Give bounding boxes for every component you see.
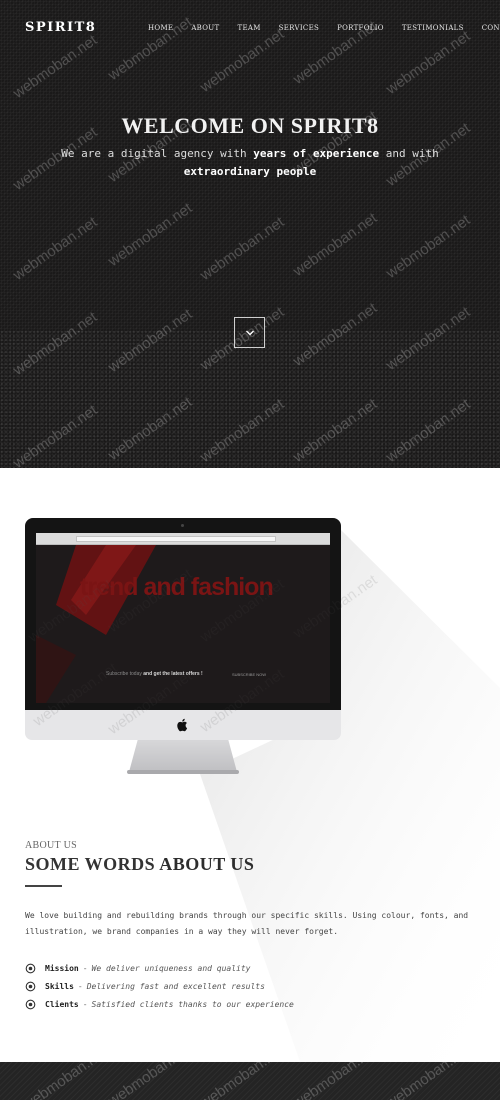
nav-contact[interactable]: CONTACT xyxy=(482,24,500,32)
nav-about[interactable]: ABOUT xyxy=(191,24,219,32)
subscribe-button: SUBSCRIBE NOW xyxy=(232,672,267,677)
imac-mockup: trend and fashion Subscribe today and ge… xyxy=(25,518,341,774)
about-paragraph: We love building and rebuilding brands t… xyxy=(25,911,469,936)
browser-bar xyxy=(36,533,330,545)
feature-list: Mission - We deliver uniqueness and qual… xyxy=(25,959,475,1013)
browser-address-bar xyxy=(76,536,276,542)
imac-stand-foot xyxy=(127,770,239,774)
camera-dot xyxy=(181,524,184,527)
feature-label: Clients xyxy=(45,999,79,1009)
circle-dot-icon xyxy=(25,963,36,973)
about-title-bold: ABOUT US xyxy=(159,854,255,874)
imac-screen: trend and fashion Subscribe today and ge… xyxy=(36,533,330,703)
hero-subtitle-emphasis: years of experience xyxy=(253,147,380,160)
feature-label: Mission xyxy=(45,963,79,973)
nav-services[interactable]: SERVICES xyxy=(279,24,319,32)
feature-item-mission: Mission - We deliver uniqueness and qual… xyxy=(25,959,475,977)
nav-testimonials[interactable]: TESTIMONIALS xyxy=(402,24,464,32)
about-title: SOME WORDS ABOUT US xyxy=(25,854,254,875)
about-kicker: ABOUT US xyxy=(25,840,77,851)
imac-screen-frame: trend and fashion Subscribe today and ge… xyxy=(25,518,341,710)
feature-item-skills: Skills - Delivering fast and excellent r… xyxy=(25,977,475,995)
chevron-down-icon xyxy=(245,330,254,335)
apple-logo-icon xyxy=(177,718,188,732)
nav-portfolio[interactable]: PORTFOLIO xyxy=(337,24,384,32)
hero-subtitle-text: and with xyxy=(379,147,439,160)
feature-description: Delivering fast and excellent results xyxy=(86,981,265,991)
hero-title: WELCOME ON SPIRIT8 xyxy=(121,113,379,138)
feature-label: Skills xyxy=(45,981,74,991)
promo-offer-bold: and get the latest offers ! xyxy=(143,671,203,677)
hero-dot-pattern xyxy=(0,330,500,468)
feature-description: Satisfied clients thanks to our experien… xyxy=(91,999,294,1009)
hero-section: SPIRIT8 HOME ABOUT TEAM SERVICES PORTFOL… xyxy=(0,0,500,468)
feature-item-clients: Clients - Satisfied clients thanks to ou… xyxy=(25,995,475,1013)
hero-subtitle-text: We are a digital agency with xyxy=(61,147,254,160)
promo-offer-prefix: Subscribe today xyxy=(106,671,144,677)
title-underline xyxy=(25,885,62,887)
circle-dot-icon xyxy=(25,981,36,991)
screen-artwork xyxy=(36,545,330,703)
about-title-light: SOME WORDS xyxy=(25,854,160,874)
imac-stand xyxy=(129,740,237,772)
circle-dot-icon xyxy=(25,999,36,1009)
scroll-down-button[interactable] xyxy=(234,317,265,348)
nav-team[interactable]: TEAM xyxy=(237,24,260,32)
brand-logo[interactable]: SPIRIT8 xyxy=(25,20,96,35)
feature-separator: - xyxy=(77,981,83,991)
feature-separator: - xyxy=(82,963,88,973)
feature-separator: - xyxy=(82,999,88,1009)
promo-headline: trend and fashion xyxy=(80,573,274,601)
hero-subtitle-emphasis: extraordinary people xyxy=(183,165,317,178)
feature-description: We deliver uniqueness and quality xyxy=(91,963,251,973)
promo-offer-text: Subscribe today and get the latest offer… xyxy=(106,671,203,677)
imac-chin xyxy=(25,710,341,740)
about-section: trend and fashion Subscribe today and ge… xyxy=(0,468,500,1062)
hero-subtitle: We are a digital agency with years of ex… xyxy=(40,145,460,181)
next-section-strip xyxy=(0,1062,500,1100)
main-nav: HOME ABOUT TEAM SERVICES PORTFOLIO TESTI… xyxy=(148,24,500,32)
nav-home[interactable]: HOME xyxy=(148,24,173,32)
